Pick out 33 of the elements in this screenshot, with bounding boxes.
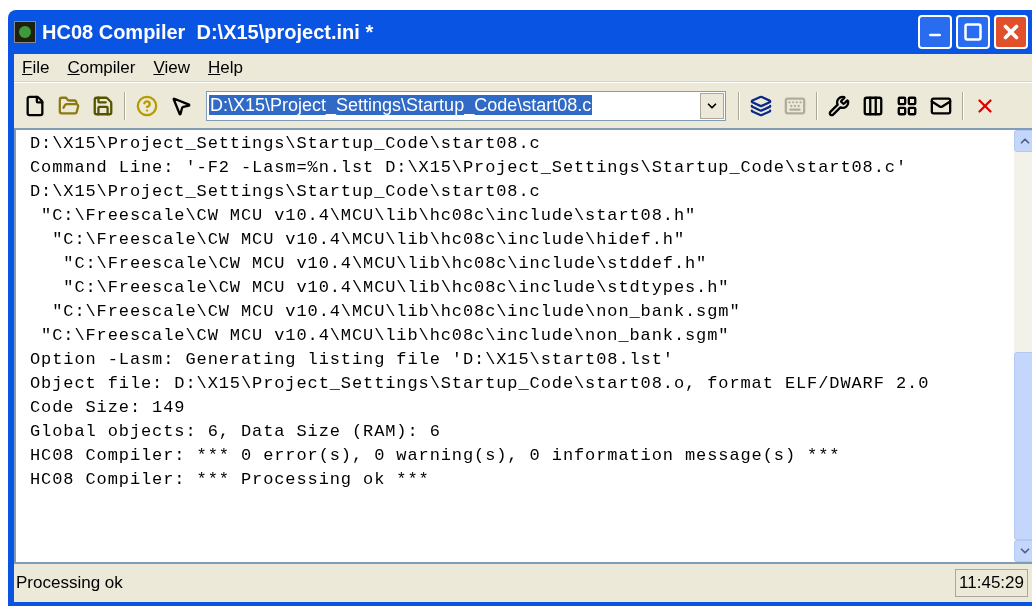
output-line: "C:\Freescale\CW MCU v10.4\MCU\lib\hc08c\include\stdtypes.h" — [62, 277, 730, 299]
maximize-button[interactable] — [956, 15, 990, 49]
output-line: "C:\Freescale\CW MCU v10.4\MCU\lib\hc08c\include\stddef.h" — [62, 253, 708, 275]
output-line: Option -Lasm: Generating listing file 'D:\X15\start08.lst' — [30, 349, 674, 371]
scroll-up-button[interactable] — [1014, 130, 1032, 152]
status-message: Processing ok — [16, 572, 123, 595]
menu-item[interactable]: Help — [208, 54, 243, 81]
output-line: "C:\Freescale\CW MCU v10.4\MCU\lib\hc08c\include\start08.h" — [40, 205, 697, 227]
dropdown-button[interactable] — [700, 92, 724, 119]
maximize-icon — [963, 22, 983, 42]
output-line: "C:\Freescale\CW MCU v10.4\MCU\lib\hc08c\include\hidef.h" — [51, 229, 685, 251]
menu-item[interactable]: File — [22, 54, 50, 81]
close-button[interactable] — [994, 15, 1028, 49]
output-line: "C:\Freescale\CW MCU v10.4\MCU\lib\hc08c\include\non_bank.sgm" — [40, 325, 730, 347]
output-line: HC08 Compiler: *** 0 error(s), 0 warning(s), 0 information message(s) *** — [30, 445, 841, 467]
app-logo-icon — [14, 21, 36, 43]
menu-item[interactable]: Compiler — [67, 54, 136, 81]
output-line: Object file: D:\X15\Project_Settings\Startup_Code\start08.o, format ELF/DWARF 2.0 — [30, 373, 930, 395]
scroll-down-button[interactable] — [1014, 540, 1032, 562]
window-title: HC08 Compiler D:\X15\project.ini * — [42, 20, 375, 45]
output-line: "C:\Freescale\CW MCU v10.4\MCU\lib\hc08c\include\non_bank.sgm" — [51, 301, 741, 323]
output-line: Command Line: '-F2 -Lasm=%n.lst D:\X15\Project_Settings\Startup_Code\start08.c' — [30, 157, 908, 179]
output-line: HC08 Compiler: *** Processing ok *** — [30, 469, 430, 491]
path-value: D:\X15\Project_Settings\Startup_Code\start08.c — [209, 95, 593, 115]
output-line: D:\X15\Project_Settings\Startup_Code\start08.c — [30, 133, 541, 155]
path-combo[interactable]: D:\X15\Project_Settings\Startup_Code\start08.c — [206, 90, 726, 121]
scroll-thumb[interactable] — [1014, 352, 1032, 540]
menu-item[interactable]: View — [153, 54, 190, 81]
minimize-button[interactable] — [918, 15, 952, 49]
status-time: 11:45:29 — [955, 569, 1028, 597]
output-line: D:\X15\Project_Settings\Startup_Code\start08.c — [30, 181, 541, 203]
output-line: Global objects: 6, Data Size (RAM): 6 — [30, 421, 441, 443]
output-line: Code Size: 149 — [30, 397, 186, 419]
